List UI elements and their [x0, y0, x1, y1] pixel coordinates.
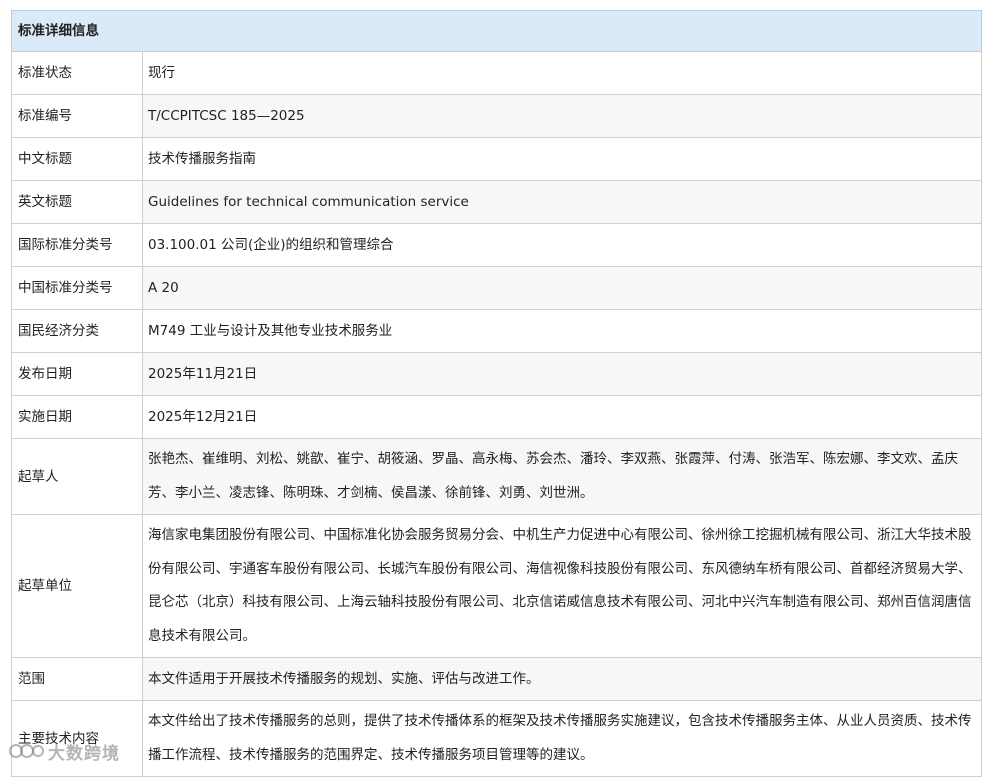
row-value: M749 工业与设计及其他专业技术服务业 — [142, 309, 982, 353]
row-value: 现行 — [142, 51, 982, 95]
row-value: 本文件适用于开展技术传播服务的规划、实施、评估与改进工作。 — [142, 657, 982, 701]
row-value: 03.100.01 公司(企业)的组织和管理综合 — [142, 223, 982, 267]
row-label: 中文标题 — [11, 137, 143, 181]
row-label: 范围 — [11, 657, 143, 701]
table-row: 实施日期 2025年12月21日 — [11, 395, 982, 439]
watermark: 大数跨境 — [8, 738, 120, 764]
row-value: T/CCPITCSC 185—2025 — [142, 94, 982, 138]
row-label: 起草单位 — [11, 514, 143, 658]
table-row: 国际标准分类号 03.100.01 公司(企业)的组织和管理综合 — [11, 223, 982, 267]
table-row: 起草单位 海信家电集团股份有限公司、中国标准化协会服务贸易分会、中机生产力促进中心… — [11, 514, 982, 658]
row-value: 本文件给出了技术传播服务的总则，提供了技术传播体系的框架及技术传播服务实施建议，… — [142, 700, 982, 777]
row-label: 国民经济分类 — [11, 309, 143, 353]
row-label: 标准编号 — [11, 94, 143, 138]
row-label: 英文标题 — [11, 180, 143, 224]
table-title: 标准详细信息 — [11, 10, 982, 52]
watermark-text: 大数跨境 — [48, 743, 120, 764]
watermark-logo-icon — [9, 744, 44, 758]
table-row: 发布日期 2025年11月21日 — [11, 352, 982, 396]
row-value: 技术传播服务指南 — [142, 137, 982, 181]
row-value: 2025年11月21日 — [142, 352, 982, 396]
table-row: 起草人 张艳杰、崔维明、刘松、姚歆、崔宁、胡筱涵、罗晶、高永梅、苏会杰、潘玲、李双… — [11, 438, 982, 515]
row-value: 张艳杰、崔维明、刘松、姚歆、崔宁、胡筱涵、罗晶、高永梅、苏会杰、潘玲、李双燕、张… — [142, 438, 982, 515]
row-label: 标准状态 — [11, 51, 143, 95]
row-value: A 20 — [142, 266, 982, 310]
row-label: 起草人 — [11, 438, 143, 515]
table-row: 国民经济分类 M749 工业与设计及其他专业技术服务业 — [11, 309, 982, 353]
table-row: 中文标题 技术传播服务指南 — [11, 137, 982, 181]
table-row: 主要技术内容 本文件给出了技术传播服务的总则，提供了技术传播体系的框架及技术传播服… — [11, 700, 982, 777]
row-value: Guidelines for technical communication s… — [142, 180, 982, 224]
row-label: 发布日期 — [11, 352, 143, 396]
table-row: 标准状态 现行 — [11, 51, 982, 95]
row-value: 海信家电集团股份有限公司、中国标准化协会服务贸易分会、中机生产力促进中心有限公司… — [142, 514, 982, 658]
row-label: 国际标准分类号 — [11, 223, 143, 267]
table-row: 范围 本文件适用于开展技术传播服务的规划、实施、评估与改进工作。 — [11, 657, 982, 701]
table-row: 中国标准分类号 A 20 — [11, 266, 982, 310]
standard-detail-table: 标准详细信息 标准状态 现行 标准编号 T/CCPITCSC 185—2025 中文标题… — [11, 10, 982, 777]
row-label: 中国标准分类号 — [11, 266, 143, 310]
table-row: 英文标题 Guidelines for technical communicati… — [11, 180, 982, 224]
row-value: 2025年12月21日 — [142, 395, 982, 439]
row-label: 实施日期 — [11, 395, 143, 439]
table-row: 标准编号 T/CCPITCSC 185—2025 — [11, 94, 982, 138]
